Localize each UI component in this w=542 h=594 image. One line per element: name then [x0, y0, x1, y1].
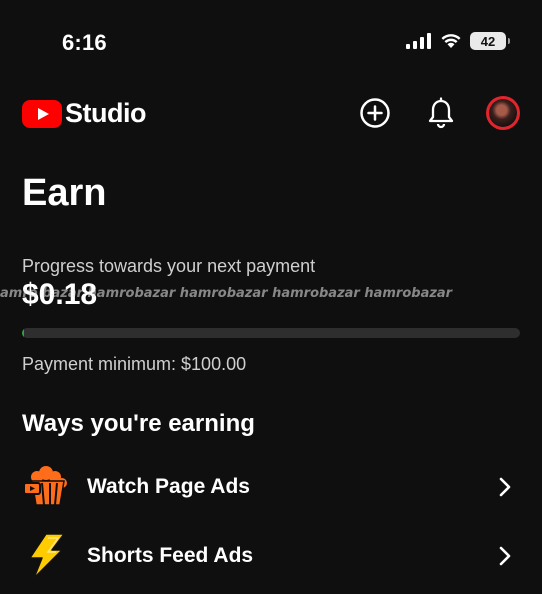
studio-logo[interactable]: Studio [22, 98, 146, 129]
section-title: Ways you're earning [22, 410, 255, 437]
avatar-image [489, 99, 517, 127]
app-bar: Studio [22, 96, 520, 132]
battery-icon: 42 [470, 32, 510, 50]
popcorn-icon [23, 466, 67, 506]
row-label: Shorts Feed Ads [87, 544, 254, 567]
chevron-right-icon [499, 546, 511, 566]
status-time: 6:16 [62, 30, 107, 55]
notifications-button[interactable] [424, 96, 458, 130]
youtube-logo-icon [22, 99, 62, 128]
payment-progress-bar [22, 328, 520, 338]
row-label: Watch Page Ads [87, 475, 250, 498]
payment-progress-fill [22, 328, 24, 338]
shorts-feed-ads-row[interactable]: Shorts Feed Ads [0, 525, 542, 587]
chevron-right-icon [499, 477, 511, 497]
wifi-icon [441, 34, 461, 48]
payment-minimum: Payment minimum: $100.00 [22, 354, 247, 374]
create-button[interactable] [358, 96, 392, 130]
earn-screen: 6:16 42 Studio Earn Progress towards you… [0, 0, 542, 594]
lightning-bolt-icon [29, 533, 65, 579]
balance-amount: $0.18 [22, 278, 98, 311]
avatar[interactable] [486, 96, 520, 130]
progress-label: Progress towards your next payment [22, 256, 316, 276]
battery-level: 42 [480, 33, 496, 49]
create-icon [360, 98, 390, 128]
page-title: Earn [22, 172, 107, 214]
brand-name: Studio [65, 98, 146, 128]
notifications-bell-icon [428, 97, 454, 129]
status-icons: 42 [406, 32, 510, 50]
cellular-signal-icon [406, 33, 431, 49]
watch-page-ads-row[interactable]: Watch Page Ads [0, 456, 542, 518]
